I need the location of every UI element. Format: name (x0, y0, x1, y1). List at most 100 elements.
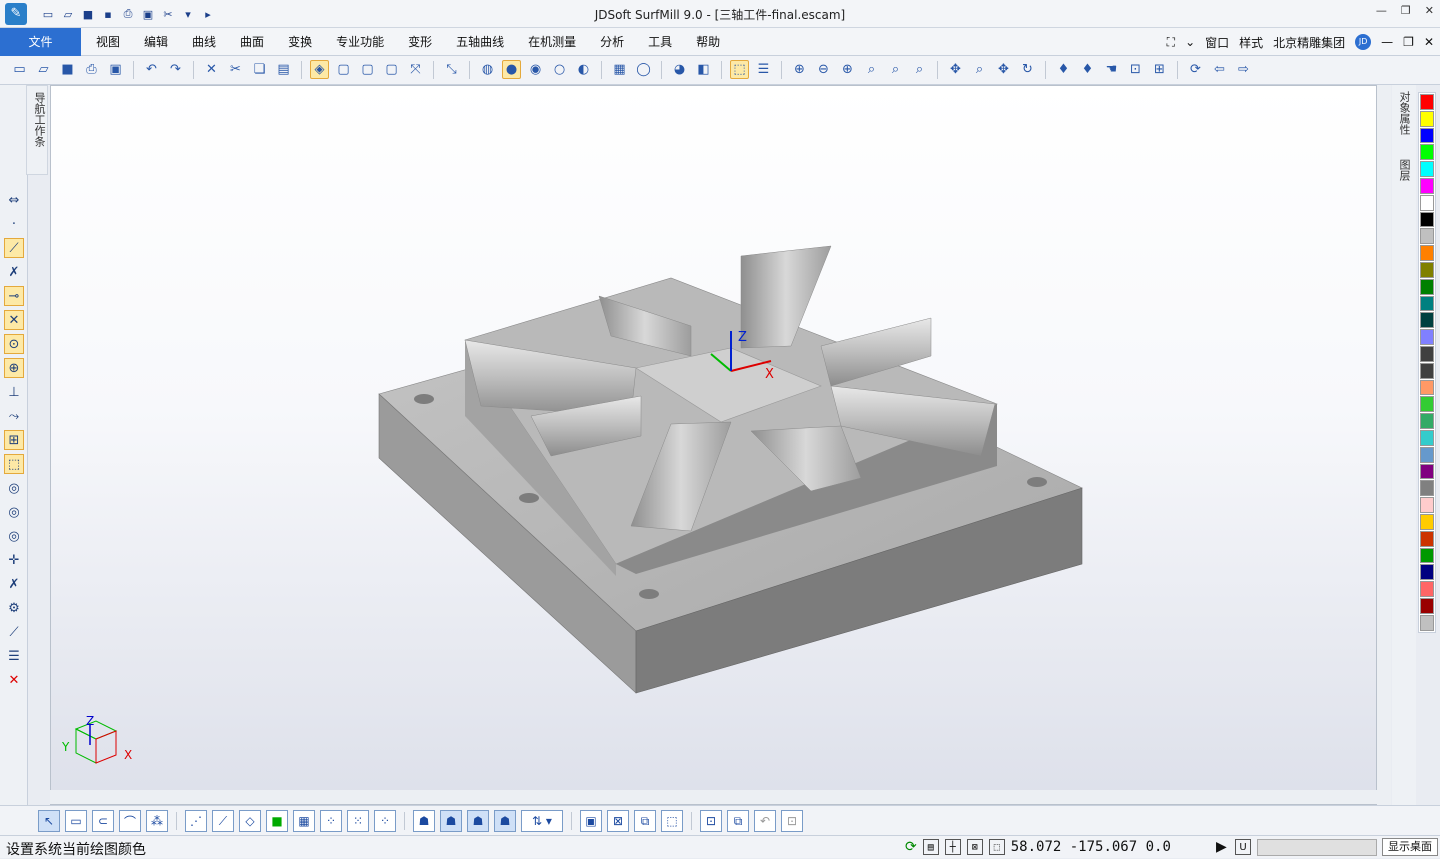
window-menu[interactable]: 窗口 (1205, 34, 1229, 51)
solid-select-icon[interactable]: ■ (266, 810, 288, 832)
light-green-icon[interactable]: ♦ (1078, 60, 1097, 79)
pan-icon[interactable]: ✥ (946, 60, 965, 79)
color-swatch[interactable] (1420, 413, 1434, 429)
zoom-in-icon[interactable]: ⊕ (838, 60, 857, 79)
color-swatch[interactable] (1420, 362, 1434, 379)
tool-select-3-icon[interactable]: ☗ (467, 810, 489, 832)
doc-minimize-icon[interactable]: — (1381, 35, 1393, 49)
doc-restore-icon[interactable]: ❐ (1403, 35, 1414, 49)
tangent-icon[interactable]: ✗ (4, 262, 24, 282)
style-menu[interactable]: 样式 (1239, 34, 1263, 51)
color-swatch[interactable] (1420, 614, 1434, 631)
grid-icon[interactable]: ┼ (944, 839, 961, 855)
curve-select-icon[interactable]: ⌒ (119, 810, 141, 832)
color-swatch[interactable] (1420, 194, 1434, 211)
object-icon[interactable]: ⚙ (4, 598, 24, 618)
intersect-icon[interactable]: ✕ (4, 310, 24, 330)
color-swatch[interactable] (1420, 396, 1434, 413)
redo-icon[interactable]: ↷ (166, 60, 185, 79)
layer-select-icon[interactable]: ⁘ (374, 810, 396, 832)
select-filter-icon[interactable]: ⬚ (730, 60, 749, 79)
color-swatch[interactable] (1420, 345, 1434, 362)
back-icon[interactable]: ⇦ (1210, 60, 1229, 79)
menu-deform[interactable]: 变形 (396, 28, 444, 56)
color-icon[interactable]: ◧ (694, 60, 713, 79)
zoom-window-icon[interactable]: ⊕ (790, 60, 809, 79)
node-select-icon[interactable]: ⁂ (146, 810, 168, 832)
menu-five-axis[interactable]: 五轴曲线 (444, 28, 516, 56)
save-icon[interactable]: ■ (58, 60, 77, 79)
perpendicular-icon[interactable]: ⊥ (4, 382, 24, 402)
file-menu[interactable]: 文件 (0, 28, 81, 56)
user-badge[interactable]: JD (1355, 34, 1372, 50)
menu-transform[interactable]: 变换 (276, 28, 324, 56)
horizontal-scrollbar[interactable] (50, 790, 1377, 804)
iso-view-icon[interactable]: ◈ (310, 60, 329, 79)
front-view-icon[interactable]: ▢ (334, 60, 353, 79)
zoom-prev-icon[interactable]: ⌕ (862, 60, 881, 79)
pick-icon[interactable]: ✛ (4, 550, 24, 570)
tool-select-1-icon[interactable]: ☗ (413, 810, 435, 832)
color-swatch[interactable] (1420, 547, 1434, 564)
menu-view[interactable]: 视图 (84, 28, 132, 56)
frame-icon[interactable]: ⬚ (988, 839, 1005, 855)
shaded-edges-icon[interactable]: ◉ (526, 60, 545, 79)
color-swatch[interactable] (1420, 564, 1434, 581)
color-swatch[interactable] (1420, 144, 1434, 161)
sphere-icon[interactable]: ◯ (634, 60, 653, 79)
surface-select-icon[interactable]: ◇ (239, 810, 261, 832)
delete-icon[interactable]: ✕ (202, 60, 221, 79)
color-swatch[interactable] (1420, 295, 1434, 312)
color-swatch[interactable] (1420, 513, 1434, 530)
new-icon[interactable]: ▭ (10, 60, 29, 79)
open-icon[interactable]: ▱ (34, 60, 53, 79)
color-swatch[interactable] (1420, 211, 1434, 228)
fullscreen-icon[interactable]: ⛶ (1167, 35, 1175, 50)
surface-snap-3-icon[interactable]: ◎ (4, 526, 24, 546)
select-arrow-icon[interactable]: ↖ (38, 810, 60, 832)
zoom-fit-icon[interactable]: ⌕ (910, 60, 929, 79)
color-swatch[interactable] (1420, 530, 1434, 547)
color-swatch[interactable] (1420, 497, 1434, 513)
doc-icon[interactable]: ▤ (922, 839, 939, 855)
material-icon[interactable]: ◕ (670, 60, 689, 79)
zoom-out-icon[interactable]: ⊖ (814, 60, 833, 79)
color-swatch[interactable] (1420, 446, 1434, 463)
group-select-icon[interactable]: ⁘ (320, 810, 342, 832)
mode-indicator[interactable]: U (1235, 839, 1251, 855)
close-icon[interactable]: ✕ (1425, 4, 1434, 17)
refresh-icon[interactable]: ⟳ (1186, 60, 1205, 79)
rect-select-icon[interactable]: ▭ (65, 810, 87, 832)
dynamic-zoom-icon[interactable]: ⌕ (970, 60, 989, 79)
3d-viewport[interactable]: Z X (50, 85, 1377, 805)
midpoint-icon[interactable]: ⊸ (4, 286, 24, 306)
menu-curve[interactable]: 曲线 (180, 28, 228, 56)
menu-measure[interactable]: 在机测量 (516, 28, 588, 56)
color-select-icon[interactable]: ⁙ (347, 810, 369, 832)
reset-select-icon[interactable]: ⊡ (781, 810, 803, 832)
frame-select-icon[interactable]: ⊡ (1126, 60, 1145, 79)
box-icon[interactable]: ▣ (580, 810, 602, 832)
menu-surface[interactable]: 曲面 (228, 28, 276, 56)
show-desktop-button[interactable]: 显示桌面 (1382, 838, 1438, 856)
nav-panel-tab[interactable]: 导航工作条 (26, 85, 48, 175)
forward-icon[interactable]: ⇨ (1234, 60, 1253, 79)
mesh-select-icon[interactable]: ▦ (293, 810, 315, 832)
menu-special[interactable]: 专业功能 (324, 28, 396, 56)
vertical-scrollbar[interactable] (1377, 85, 1391, 805)
minimize-icon[interactable]: — (1376, 4, 1387, 17)
menu-edit[interactable]: 编辑 (132, 28, 180, 56)
snap-icon[interactable]: ⇔ (4, 190, 24, 210)
object-props-tab[interactable]: 对象属性 (1396, 91, 1412, 135)
group-icon[interactable]: ⊡ (700, 810, 722, 832)
color-swatch[interactable] (1420, 261, 1434, 278)
color-swatch[interactable] (1420, 177, 1434, 194)
color-swatch[interactable] (1420, 581, 1434, 597)
color-swatch[interactable] (1420, 161, 1434, 177)
color-swatch[interactable] (1420, 228, 1434, 245)
restore-icon[interactable]: ❐ (1401, 4, 1411, 17)
undo-icon[interactable]: ↶ (142, 60, 161, 79)
chain-select-icon[interactable]: ⊂ (92, 810, 114, 832)
curve-icon[interactable]: ⟋ (4, 622, 24, 642)
axis-view-icon[interactable]: ⤧ (406, 60, 425, 79)
